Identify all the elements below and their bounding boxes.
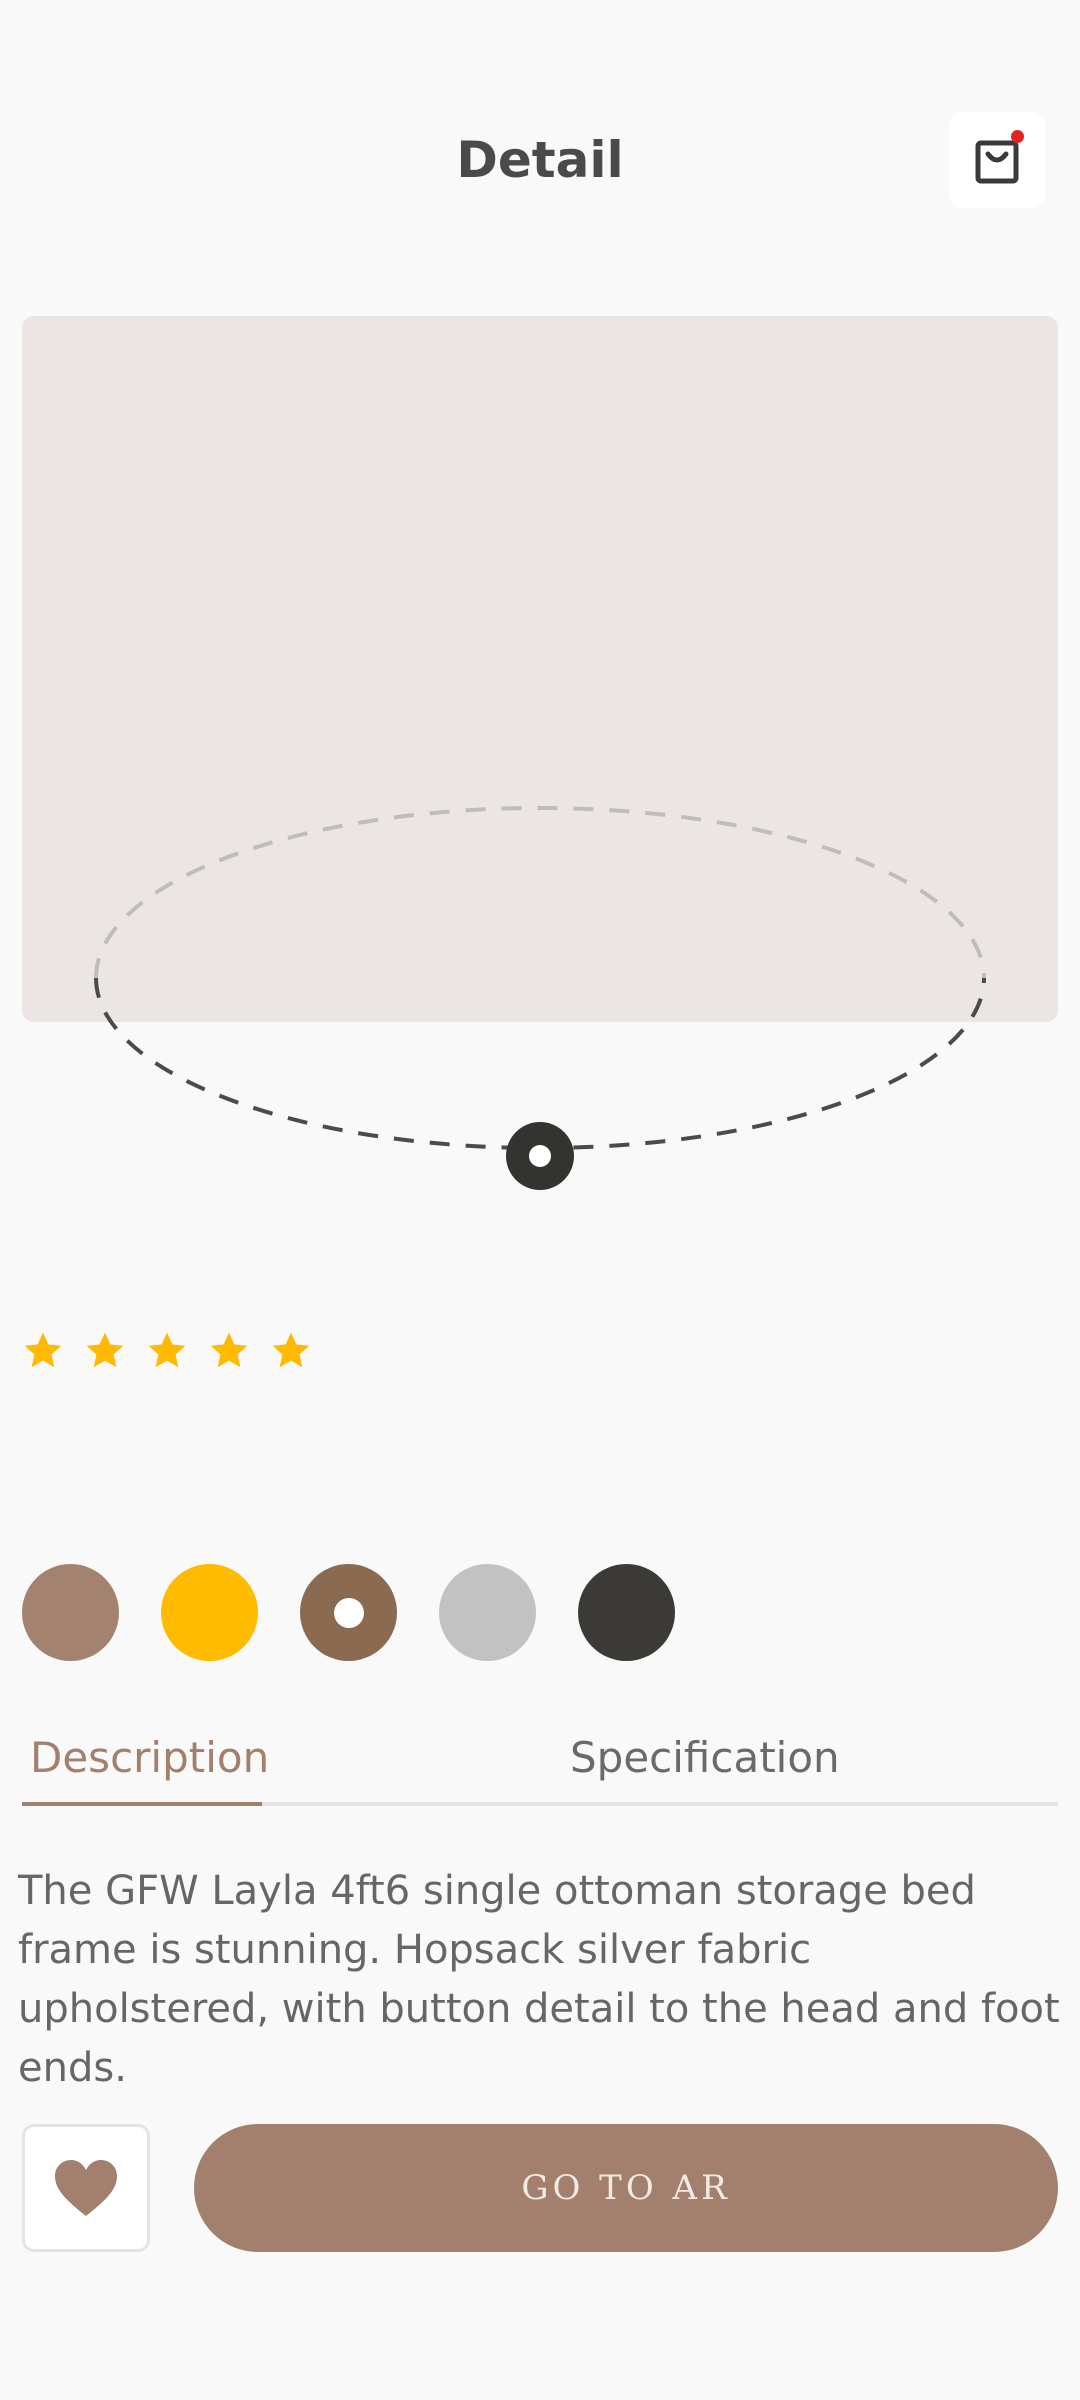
- color-swatch[interactable]: [161, 1564, 258, 1661]
- tab-specification[interactable]: Specification: [570, 1728, 840, 1788]
- color-swatch[interactable]: [578, 1564, 675, 1661]
- selected-indicator: [333, 1597, 364, 1628]
- favorite-button[interactable]: [22, 2124, 150, 2252]
- color-swatch[interactable]: [300, 1564, 397, 1661]
- star-icon: [148, 1332, 186, 1368]
- star-icon: [210, 1332, 248, 1368]
- rotate-control[interactable]: [0, 800, 1080, 1220]
- go-to-ar-button[interactable]: GO TO AR: [194, 2124, 1058, 2252]
- star-icon: [24, 1332, 62, 1368]
- color-swatch[interactable]: [22, 1564, 119, 1661]
- tab-bar: Description Specification: [22, 1722, 1058, 1806]
- rating-stars: [22, 1330, 312, 1372]
- star-icon: [272, 1332, 310, 1368]
- page-title: Detail: [456, 131, 624, 189]
- product-description: The GFW Layla 4ft6 single ottoman storag…: [18, 1868, 1060, 2091]
- active-tab-indicator: [22, 1802, 262, 1806]
- cart-notification-badge: [1011, 130, 1024, 143]
- tab-description[interactable]: Description: [30, 1728, 269, 1788]
- cart-button[interactable]: [949, 112, 1045, 208]
- color-swatch[interactable]: [439, 1564, 536, 1661]
- color-swatches: [22, 1564, 675, 1661]
- heart-icon: [55, 2160, 117, 2216]
- star-icon: [86, 1332, 124, 1368]
